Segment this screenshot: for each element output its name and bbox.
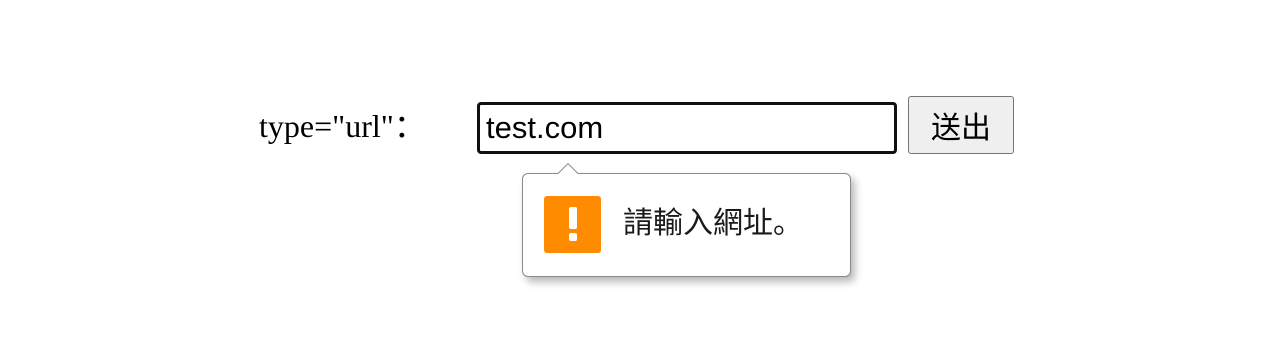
url-field-label: type="url"： [259, 108, 426, 144]
validation-message: 請輸入網址。 [623, 206, 803, 241]
warning-icon [544, 196, 601, 253]
validation-tooltip: 請輸入網址。 [522, 173, 851, 277]
url-input[interactable] [477, 102, 897, 154]
page: type="url"： 送出 請輸入網址。 [0, 0, 1280, 360]
submit-button[interactable]: 送出 [908, 96, 1014, 154]
tooltip-arrow [555, 160, 581, 174]
